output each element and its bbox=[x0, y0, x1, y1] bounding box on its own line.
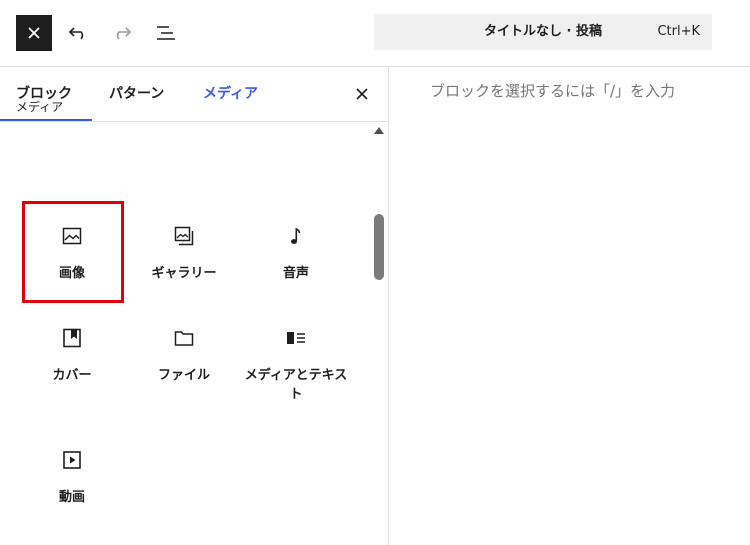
editor-header: タイトルなし · 投稿 Ctrl+K bbox=[0, 0, 750, 67]
block-label: 動画 bbox=[58, 490, 85, 505]
close-icon bbox=[356, 88, 368, 100]
gallery-icon bbox=[174, 226, 194, 246]
block-label: ギャラリー bbox=[151, 266, 217, 281]
media-text-icon bbox=[287, 332, 305, 344]
video-icon bbox=[63, 451, 81, 469]
block-audio[interactable]: 音声 bbox=[240, 212, 352, 312]
block-media-text[interactable]: メディアとテキスト bbox=[240, 314, 352, 414]
file-icon bbox=[174, 331, 194, 346]
block-label: メディアとテキスト bbox=[244, 368, 348, 402]
block-label: ファイル bbox=[157, 368, 210, 383]
undo-button[interactable] bbox=[60, 15, 96, 51]
list-view-icon bbox=[157, 26, 175, 40]
block-video[interactable]: 動画 bbox=[16, 436, 128, 536]
undo-icon bbox=[68, 27, 84, 40]
audio-icon bbox=[291, 227, 301, 244]
block-placeholder[interactable]: ブロックを選択するには「/」を入力 bbox=[430, 80, 675, 101]
tab-indicator bbox=[0, 119, 92, 121]
highlight-box bbox=[22, 201, 124, 303]
cover-icon bbox=[63, 328, 81, 348]
block-label: 音声 bbox=[282, 266, 309, 281]
command-bar[interactable]: タイトルなし · 投稿 Ctrl+K bbox=[374, 14, 712, 50]
close-inserter-button[interactable] bbox=[350, 82, 374, 106]
block-file[interactable]: ファイル bbox=[128, 314, 240, 414]
tab-patterns[interactable]: パターン bbox=[109, 67, 164, 121]
tab-media[interactable]: メディア bbox=[203, 67, 258, 121]
redo-button[interactable] bbox=[104, 15, 140, 51]
block-gallery[interactable]: ギャラリー bbox=[128, 212, 240, 312]
close-icon bbox=[28, 27, 40, 39]
shortcut-hint: Ctrl+K bbox=[657, 24, 700, 39]
close-button[interactable] bbox=[16, 15, 52, 51]
block-label: カバー bbox=[52, 368, 92, 383]
block-cover[interactable]: カバー bbox=[16, 314, 128, 414]
scrollbar-thumb[interactable] bbox=[374, 214, 384, 280]
redo-icon bbox=[116, 27, 132, 40]
scroll-up-arrow[interactable] bbox=[374, 127, 384, 134]
list-view-button[interactable] bbox=[148, 15, 184, 51]
section-title-media: メディア bbox=[16, 100, 64, 114]
